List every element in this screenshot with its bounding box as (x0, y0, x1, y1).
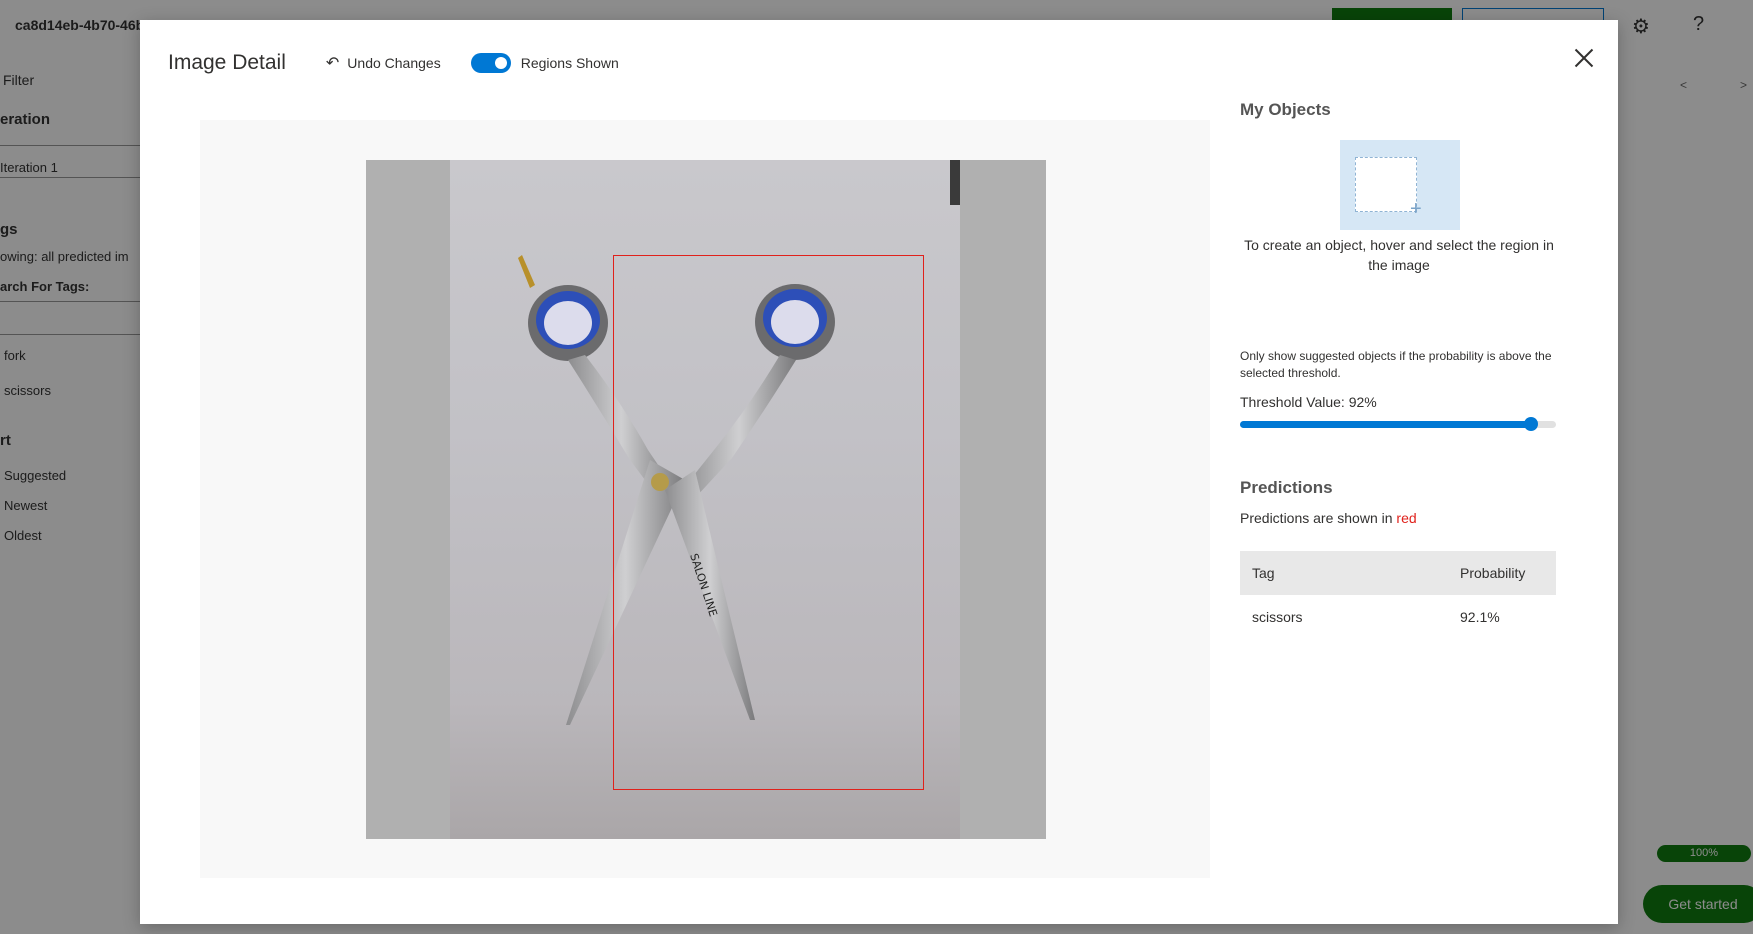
regions-shown-toggle-group: Regions Shown (470, 53, 619, 73)
undo-icon: ↶ (325, 55, 340, 72)
plus-icon: + (1410, 198, 1422, 220)
undo-changes-button[interactable]: ↶ Undo Changes (326, 53, 441, 73)
image-detail-modal: Image Detail ↶ Undo Changes Regions Show… (140, 20, 1618, 924)
predictions-note-color: red (1396, 510, 1417, 526)
regions-shown-label: Regions Shown (520, 55, 619, 71)
close-icon[interactable] (1570, 44, 1598, 72)
predictions-note: Predictions are shown in red (1240, 510, 1558, 526)
modal-title: Image Detail (168, 51, 286, 74)
prediction-tag: scissors (1252, 609, 1303, 625)
my-objects-heading: My Objects (1240, 100, 1331, 119)
predictions-table: Tag Probability scissors 92.1% (1240, 551, 1556, 639)
prediction-region-scissors[interactable] (613, 255, 924, 790)
toggle-knob (494, 57, 507, 69)
table-row[interactable]: scissors 92.1% (1240, 595, 1556, 639)
slider-fill (1240, 421, 1531, 428)
slider-thumb[interactable] (1523, 417, 1538, 431)
undo-changes-label: Undo Changes (347, 55, 441, 71)
modal-header: Image Detail ↶ Undo Changes Regions Show… (168, 48, 619, 78)
scissors-photo[interactable]: SALON LINE (450, 160, 960, 839)
column-header-probability: Probability (1448, 551, 1556, 595)
threshold-note: Only show suggested objects if the proba… (1240, 349, 1552, 380)
table-header-row: Tag Probability (1240, 551, 1556, 595)
image-canvas: SALON LINE (200, 120, 1210, 878)
column-header-tag: Tag (1240, 551, 1448, 595)
predictions-heading: Predictions (1240, 478, 1333, 497)
threshold-label: Threshold Value: 92% (1240, 394, 1377, 410)
create-object-hint: To create an object, hover and select th… (1244, 237, 1554, 273)
image-frame: SALON LINE (366, 160, 1046, 839)
predictions-note-text: Predictions are shown in (1240, 510, 1393, 526)
threshold-slider[interactable] (1240, 417, 1556, 431)
create-object-illustration: + (1340, 140, 1460, 230)
right-panel: My Objects + To create an object, hover … (1240, 100, 1558, 639)
regions-shown-toggle[interactable] (470, 53, 511, 73)
prediction-probability: 92.1% (1460, 609, 1500, 625)
dashed-region-icon (1355, 157, 1417, 212)
